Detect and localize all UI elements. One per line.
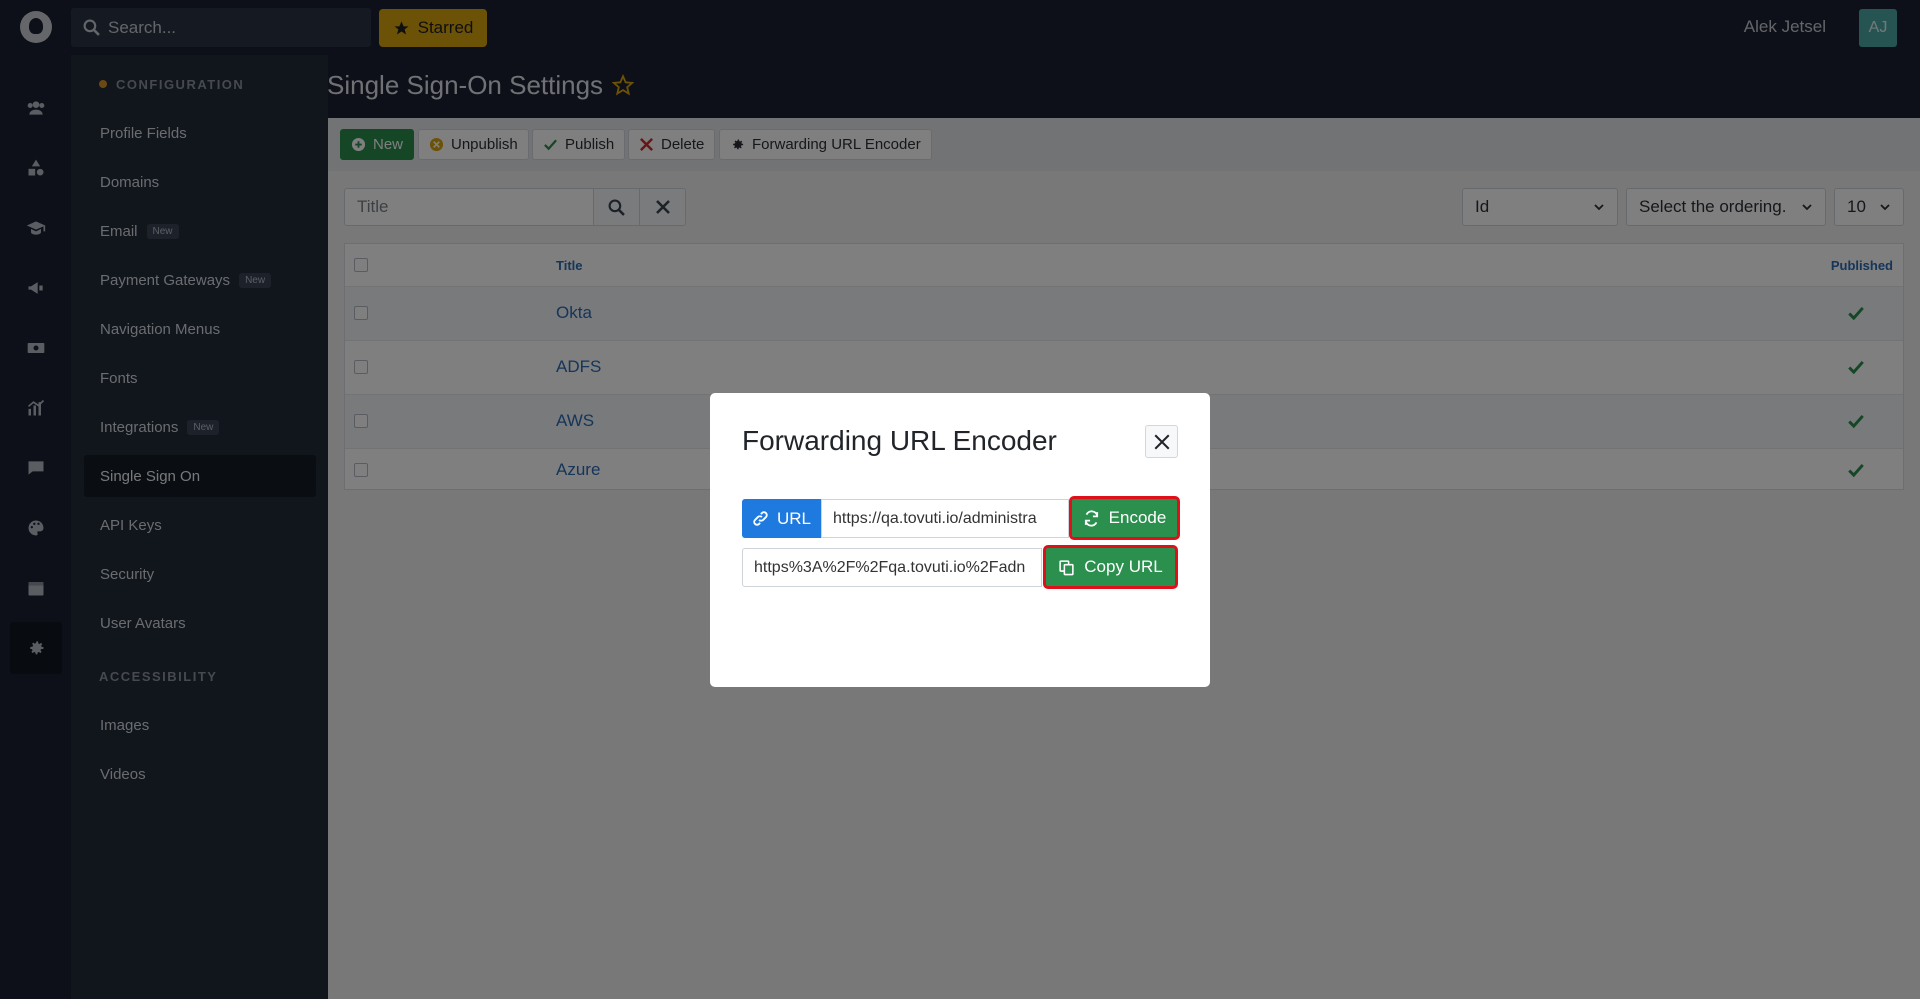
encoded-url-field[interactable]: https%3A%2F%2Fqa.tovuti.io%2Fadn (742, 548, 1042, 587)
close-icon (1154, 434, 1169, 449)
modal-close-button[interactable] (1145, 425, 1178, 458)
forwarding-url-encoder-modal: Forwarding URL Encoder URL https://qa.to… (710, 393, 1210, 687)
url-label: URL (742, 499, 821, 538)
url-input[interactable]: https://qa.tovuti.io/administra (821, 499, 1069, 538)
copy-icon (1059, 559, 1074, 575)
encode-button[interactable]: Encode (1069, 496, 1180, 540)
refresh-icon (1084, 509, 1098, 527)
link-icon (753, 511, 768, 526)
copy-url-button[interactable]: Copy URL (1043, 545, 1178, 589)
modal-title: Forwarding URL Encoder (742, 425, 1057, 456)
